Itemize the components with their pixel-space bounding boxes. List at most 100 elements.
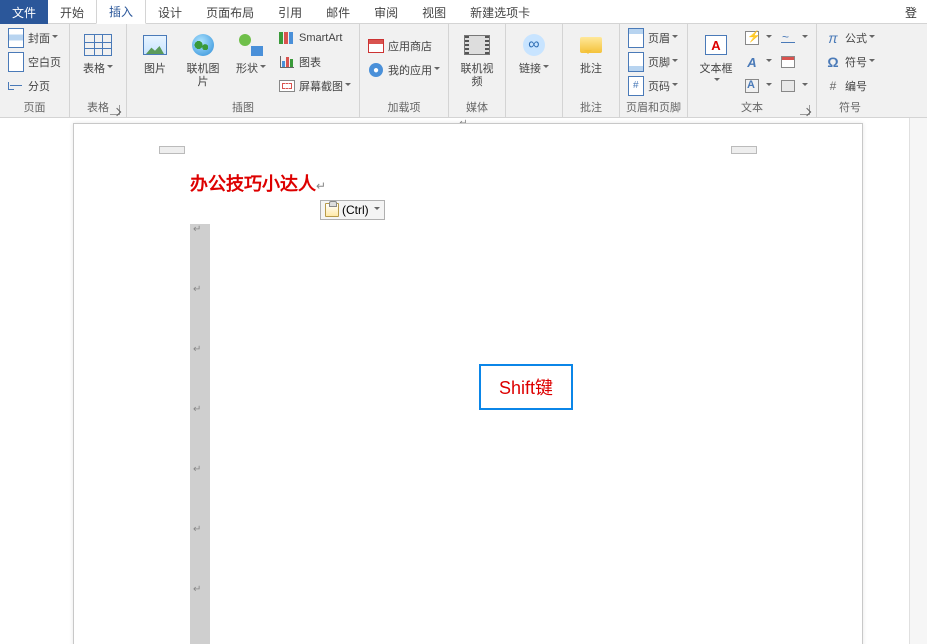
group-headerfooter: 页眉 页脚 页码 页眉和页脚: [620, 24, 688, 117]
tab-file[interactable]: 文件: [0, 0, 48, 24]
paste-options-label: (Ctrl): [342, 203, 369, 217]
dropcap-button[interactable]: [742, 75, 774, 97]
page-number-icon: [628, 76, 644, 96]
tab-insert[interactable]: 插入: [96, 0, 146, 24]
clipboard-icon: [325, 203, 339, 217]
tab-view[interactable]: 视图: [410, 0, 458, 24]
ribbon-tabbar: 文件 开始 插入 设计 页面布局 引用 邮件 审阅 视图 新建选项卡 登: [0, 0, 927, 24]
left-margin-marker[interactable]: [159, 146, 185, 154]
right-margin-marker[interactable]: [731, 146, 757, 154]
page[interactable]: 办公技巧小达人↵ (Ctrl) ↵ ↵ ↵ ↵ ↵ ↵ ↵ ↵ ↵ Shift键: [73, 123, 863, 644]
blank-page-icon: [8, 52, 24, 72]
header-icon: [628, 28, 644, 48]
group-label-illustrations: 插图: [133, 99, 353, 117]
app-store-button[interactable]: 应用商店: [366, 35, 442, 57]
chart-icon: [280, 56, 294, 68]
online-video-button[interactable]: 联机视频: [455, 27, 499, 91]
shapes-icon: [239, 34, 263, 56]
login-link[interactable]: 登: [905, 4, 917, 21]
grey-column-shape[interactable]: ↵ ↵ ↵ ↵ ↵ ↵ ↵ ↵ ↵: [190, 224, 210, 644]
table-icon: [84, 34, 112, 56]
cover-page-icon: [8, 28, 24, 48]
group-text: A文本框 A 文本: [688, 24, 817, 117]
group-media: 联机视频 媒体: [449, 24, 506, 117]
comment-button[interactable]: 批注: [569, 27, 613, 78]
tab-review[interactable]: 审阅: [362, 0, 410, 24]
document-area[interactable]: ↵ 办公技巧小达人↵ (Ctrl) ↵ ↵ ↵ ↵ ↵ ↵ ↵ ↵ ↵ Shif…: [0, 118, 927, 644]
group-illustrations: 图片 联机图片 形状 SmartArt 图表 屏幕截图 插图: [127, 24, 360, 117]
group-label-tables: 表格: [76, 99, 120, 117]
group-pages: 封面 空白页 分页 页面: [0, 24, 70, 117]
datetime-button[interactable]: [778, 51, 810, 73]
footer-button[interactable]: 页脚: [626, 51, 680, 73]
group-label-addins: 加载项: [366, 99, 442, 117]
chart-button[interactable]: 图表: [277, 51, 353, 73]
tab-references[interactable]: 引用: [266, 0, 314, 24]
quick-parts-icon: [745, 31, 759, 45]
page-break-icon: [8, 79, 24, 93]
group-comments: 批注 批注: [563, 24, 620, 117]
table-button[interactable]: 表格: [76, 27, 120, 78]
group-addins: 应用商店 ●我的应用 加载项: [360, 24, 449, 117]
vertical-ruler[interactable]: [909, 118, 927, 644]
wordart-icon: A: [744, 55, 760, 69]
smartart-button[interactable]: SmartArt: [277, 27, 353, 49]
page-number-button[interactable]: 页码: [626, 75, 680, 97]
symbol-button[interactable]: Ω符号: [823, 51, 877, 73]
tab-design[interactable]: 设计: [146, 0, 194, 24]
group-symbols: π公式 Ω符号 #编号 符号: [817, 24, 883, 117]
shapes-button[interactable]: 形状: [229, 27, 273, 78]
object-button[interactable]: [778, 75, 810, 97]
hyperlink-button[interactable]: 链接: [512, 27, 556, 78]
signature-icon: [781, 33, 795, 43]
wordart-button[interactable]: A: [742, 51, 774, 73]
blank-page-button[interactable]: 空白页: [6, 51, 63, 73]
datetime-icon: [781, 56, 795, 68]
screenshot-icon: [279, 80, 295, 92]
quick-parts-button[interactable]: [742, 27, 774, 49]
document-title-text[interactable]: 办公技巧小达人↵: [190, 170, 326, 196]
object-icon: [781, 80, 795, 92]
textbox-icon: A: [705, 35, 727, 55]
equation-icon: π: [828, 30, 837, 46]
textbox-button[interactable]: A文本框: [694, 27, 738, 91]
number-icon: #: [830, 79, 837, 93]
tables-launcher[interactable]: [110, 105, 120, 115]
group-label-links: [512, 115, 556, 117]
page-break-button[interactable]: 分页: [6, 75, 63, 97]
paste-options-button[interactable]: (Ctrl): [320, 200, 385, 220]
group-label-comments: 批注: [569, 99, 613, 117]
picture-icon: [143, 35, 167, 55]
text-launcher[interactable]: [800, 105, 810, 115]
my-apps-icon: ●: [369, 63, 383, 77]
group-links: 链接: [506, 24, 563, 117]
ribbon: 封面 空白页 分页 页面 表格 表格 图片 联机图片 形状 SmartArt 图…: [0, 24, 927, 118]
footer-icon: [628, 52, 644, 72]
tab-newtab[interactable]: 新建选项卡: [458, 0, 542, 24]
callout-box: Shift键: [479, 364, 573, 410]
smartart-icon: [279, 32, 295, 44]
dropcap-icon: [745, 79, 759, 93]
group-label-symbols: 符号: [823, 99, 877, 117]
group-label-headerfooter: 页眉和页脚: [626, 99, 681, 117]
store-icon: [368, 39, 384, 53]
symbol-icon: Ω: [827, 54, 838, 70]
group-tables: 表格 表格: [70, 24, 127, 117]
number-button[interactable]: #编号: [823, 75, 877, 97]
tab-mail[interactable]: 邮件: [314, 0, 362, 24]
group-label-pages: 页面: [6, 99, 63, 117]
screenshot-button[interactable]: 屏幕截图: [277, 75, 353, 97]
tab-home[interactable]: 开始: [48, 0, 96, 24]
header-button[interactable]: 页眉: [626, 27, 680, 49]
picture-button[interactable]: 图片: [133, 27, 177, 78]
comment-icon: [580, 37, 602, 53]
cover-page-button[interactable]: 封面: [6, 27, 63, 49]
equation-button[interactable]: π公式: [823, 27, 877, 49]
video-icon: [464, 35, 490, 55]
my-apps-button[interactable]: ●我的应用: [366, 59, 442, 81]
online-picture-button[interactable]: 联机图片: [181, 27, 225, 91]
chevron-down-icon: [372, 203, 380, 217]
signature-button[interactable]: [778, 27, 810, 49]
group-label-media: 媒体: [455, 99, 499, 117]
tab-layout[interactable]: 页面布局: [194, 0, 266, 24]
